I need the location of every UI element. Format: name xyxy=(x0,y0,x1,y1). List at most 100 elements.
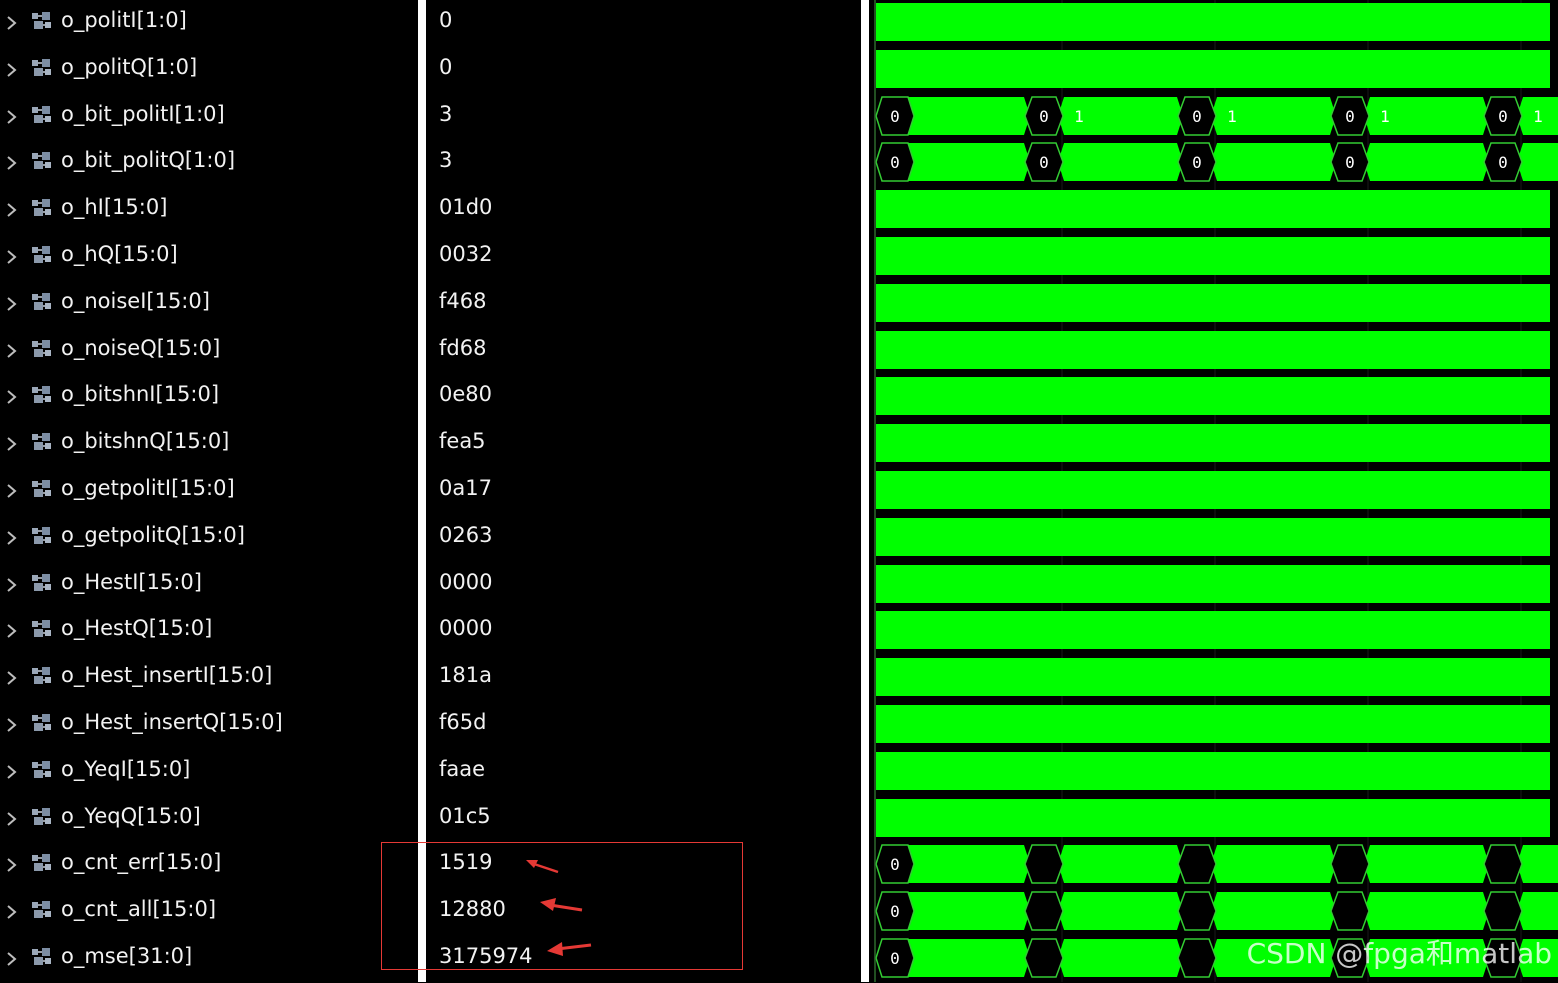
value-row[interactable]: 0e80 xyxy=(426,374,861,421)
signal-row[interactable]: o_politQ[1:0] xyxy=(0,47,418,94)
signal-row[interactable]: o_HestQ[15:0] xyxy=(0,608,418,655)
value-row[interactable]: 3175974 xyxy=(426,936,861,983)
signal-row[interactable]: o_bitshnI[15:0] xyxy=(0,374,418,421)
waveform-trace[interactable] xyxy=(876,518,1550,556)
bus-transition[interactable] xyxy=(1177,844,1217,884)
waveform-trace[interactable] xyxy=(876,471,1550,509)
chevron-right-icon[interactable] xyxy=(5,715,19,735)
signal-row[interactable]: o_Hest_insertI[15:0] xyxy=(0,655,418,702)
chevron-right-icon[interactable] xyxy=(5,294,19,314)
signal-row[interactable]: o_cnt_err[15:0] xyxy=(0,842,418,889)
bus-segment[interactable] xyxy=(1058,939,1183,977)
bus-segment[interactable] xyxy=(1058,143,1183,181)
waveform-panel[interactable]: 0 0 1 0 1 0 1 0 1 0 0 0 0 0 0 0 0 xyxy=(869,0,1558,982)
value-row[interactable]: 01d0 xyxy=(426,187,861,234)
value-row[interactable]: 0 xyxy=(426,0,861,47)
chevron-right-icon[interactable] xyxy=(5,528,19,548)
bus-segment[interactable] xyxy=(1364,143,1489,181)
signal-row[interactable]: o_getpolitQ[15:0] xyxy=(0,515,418,562)
signal-row[interactable]: o_noiseI[15:0] xyxy=(0,281,418,328)
panel-divider-right[interactable] xyxy=(861,0,869,982)
signal-row[interactable]: o_mse[31:0] xyxy=(0,936,418,983)
bus-transition[interactable] xyxy=(1177,938,1217,978)
waveform-trace[interactable]: 0 xyxy=(875,844,1558,884)
waveform-trace[interactable] xyxy=(876,565,1550,603)
waveform-trace[interactable] xyxy=(876,705,1550,743)
bus-transition[interactable] xyxy=(1330,891,1370,931)
chevron-right-icon[interactable] xyxy=(5,575,19,595)
bus-transition[interactable] xyxy=(1024,844,1064,884)
value-row[interactable]: f468 xyxy=(426,281,861,328)
waveform-trace[interactable]: 0 0 1 0 1 0 1 0 1 xyxy=(875,96,1558,136)
chevron-right-icon[interactable] xyxy=(5,809,19,829)
bus-transition[interactable] xyxy=(1483,891,1523,931)
bus-transition[interactable] xyxy=(1330,844,1370,884)
signal-row[interactable]: o_politI[1:0] xyxy=(0,0,418,47)
value-row[interactable]: 3 xyxy=(426,94,861,141)
value-row[interactable]: 0a17 xyxy=(426,468,861,515)
chevron-right-icon[interactable] xyxy=(5,855,19,875)
value-row[interactable]: 181a xyxy=(426,655,861,702)
signal-row[interactable]: o_bitshnQ[15:0] xyxy=(0,421,418,468)
chevron-right-icon[interactable] xyxy=(5,668,19,688)
bus-transition[interactable] xyxy=(1483,844,1523,884)
chevron-right-icon[interactable] xyxy=(5,762,19,782)
value-row[interactable]: 01c5 xyxy=(426,796,861,843)
chevron-right-icon[interactable] xyxy=(5,13,19,33)
value-row[interactable]: 12880 xyxy=(426,889,861,936)
waveform-trace[interactable] xyxy=(876,377,1550,415)
signal-row[interactable]: o_YeqQ[15:0] xyxy=(0,796,418,843)
waveform-trace[interactable]: 0 xyxy=(875,891,1558,931)
waveform-trace[interactable] xyxy=(876,237,1550,275)
value-row[interactable]: 0 xyxy=(426,47,861,94)
signal-row[interactable]: o_bit_politI[1:0] xyxy=(0,94,418,141)
bus-segment[interactable] xyxy=(1058,892,1183,930)
bus-segment[interactable] xyxy=(1364,892,1489,930)
bus-segment[interactable] xyxy=(1211,892,1336,930)
bus-transition[interactable] xyxy=(1024,938,1064,978)
signal-row[interactable]: o_YeqI[15:0] xyxy=(0,749,418,796)
waveform-trace[interactable] xyxy=(876,752,1550,790)
signal-row[interactable]: o_HestI[15:0] xyxy=(0,562,418,609)
waveform-trace[interactable] xyxy=(876,331,1550,369)
bus-segment[interactable] xyxy=(1211,845,1336,883)
bus-segment[interactable] xyxy=(1517,143,1558,181)
chevron-right-icon[interactable] xyxy=(5,387,19,407)
value-row[interactable]: 3 xyxy=(426,140,861,187)
signal-row[interactable]: o_bit_politQ[1:0] xyxy=(0,140,418,187)
waveform-trace[interactable] xyxy=(876,658,1550,696)
value-row[interactable]: 0032 xyxy=(426,234,861,281)
chevron-right-icon[interactable] xyxy=(5,481,19,501)
chevron-right-icon[interactable] xyxy=(5,153,19,173)
value-row[interactable]: 0000 xyxy=(426,562,861,609)
bus-transition[interactable] xyxy=(1177,891,1217,931)
signal-row[interactable]: o_Hest_insertQ[15:0] xyxy=(0,702,418,749)
value-row[interactable]: 0263 xyxy=(426,515,861,562)
value-row[interactable]: fea5 xyxy=(426,421,861,468)
chevron-right-icon[interactable] xyxy=(5,247,19,267)
signal-row[interactable]: o_hI[15:0] xyxy=(0,187,418,234)
value-row[interactable]: 0000 xyxy=(426,608,861,655)
bus-transition[interactable] xyxy=(1024,891,1064,931)
signal-row[interactable]: o_noiseQ[15:0] xyxy=(0,328,418,375)
value-row[interactable]: fd68 xyxy=(426,328,861,375)
bus-segment[interactable] xyxy=(1058,845,1183,883)
chevron-right-icon[interactable] xyxy=(5,902,19,922)
waveform-trace[interactable] xyxy=(876,611,1550,649)
bus-segment[interactable] xyxy=(1364,845,1489,883)
panel-divider-left[interactable] xyxy=(418,0,426,982)
chevron-right-icon[interactable] xyxy=(5,107,19,127)
signal-row[interactable]: o_getpolitI[15:0] xyxy=(0,468,418,515)
bus-segment[interactable] xyxy=(1211,143,1336,181)
waveform-trace[interactable] xyxy=(876,50,1550,88)
waveform-canvas[interactable]: 0 0 1 0 1 0 1 0 1 0 0 0 0 0 0 0 0 xyxy=(869,0,1558,982)
waveform-trace[interactable] xyxy=(876,284,1550,322)
waveform-trace[interactable]: 0 0 0 0 0 xyxy=(875,142,1558,182)
value-row[interactable]: faae xyxy=(426,749,861,796)
signal-row[interactable]: o_cnt_all[15:0] xyxy=(0,889,418,936)
bus-segment[interactable] xyxy=(1517,892,1558,930)
waveform-trace[interactable] xyxy=(876,3,1550,41)
waveform-trace[interactable] xyxy=(876,799,1550,837)
bus-segment[interactable] xyxy=(1517,845,1558,883)
value-row[interactable]: 1519 xyxy=(426,842,861,889)
